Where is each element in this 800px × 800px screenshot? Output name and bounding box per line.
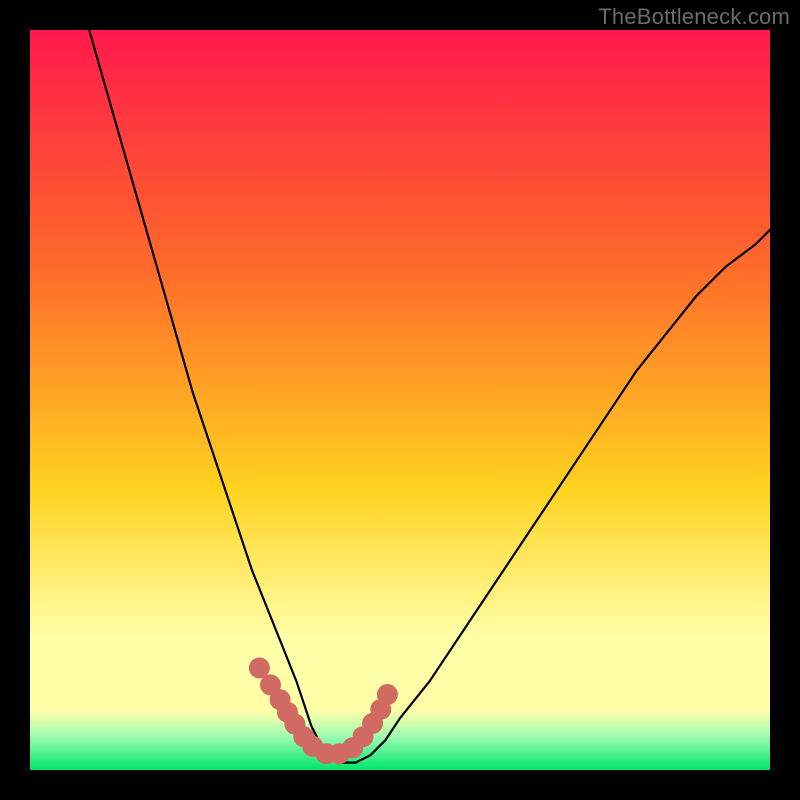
gradient-background (30, 30, 770, 770)
marker-dot (377, 684, 398, 705)
plot-area (30, 30, 770, 770)
chart-frame: TheBottleneck.com (0, 0, 800, 800)
plot-svg (30, 30, 770, 770)
watermark-text: TheBottleneck.com (598, 4, 790, 30)
